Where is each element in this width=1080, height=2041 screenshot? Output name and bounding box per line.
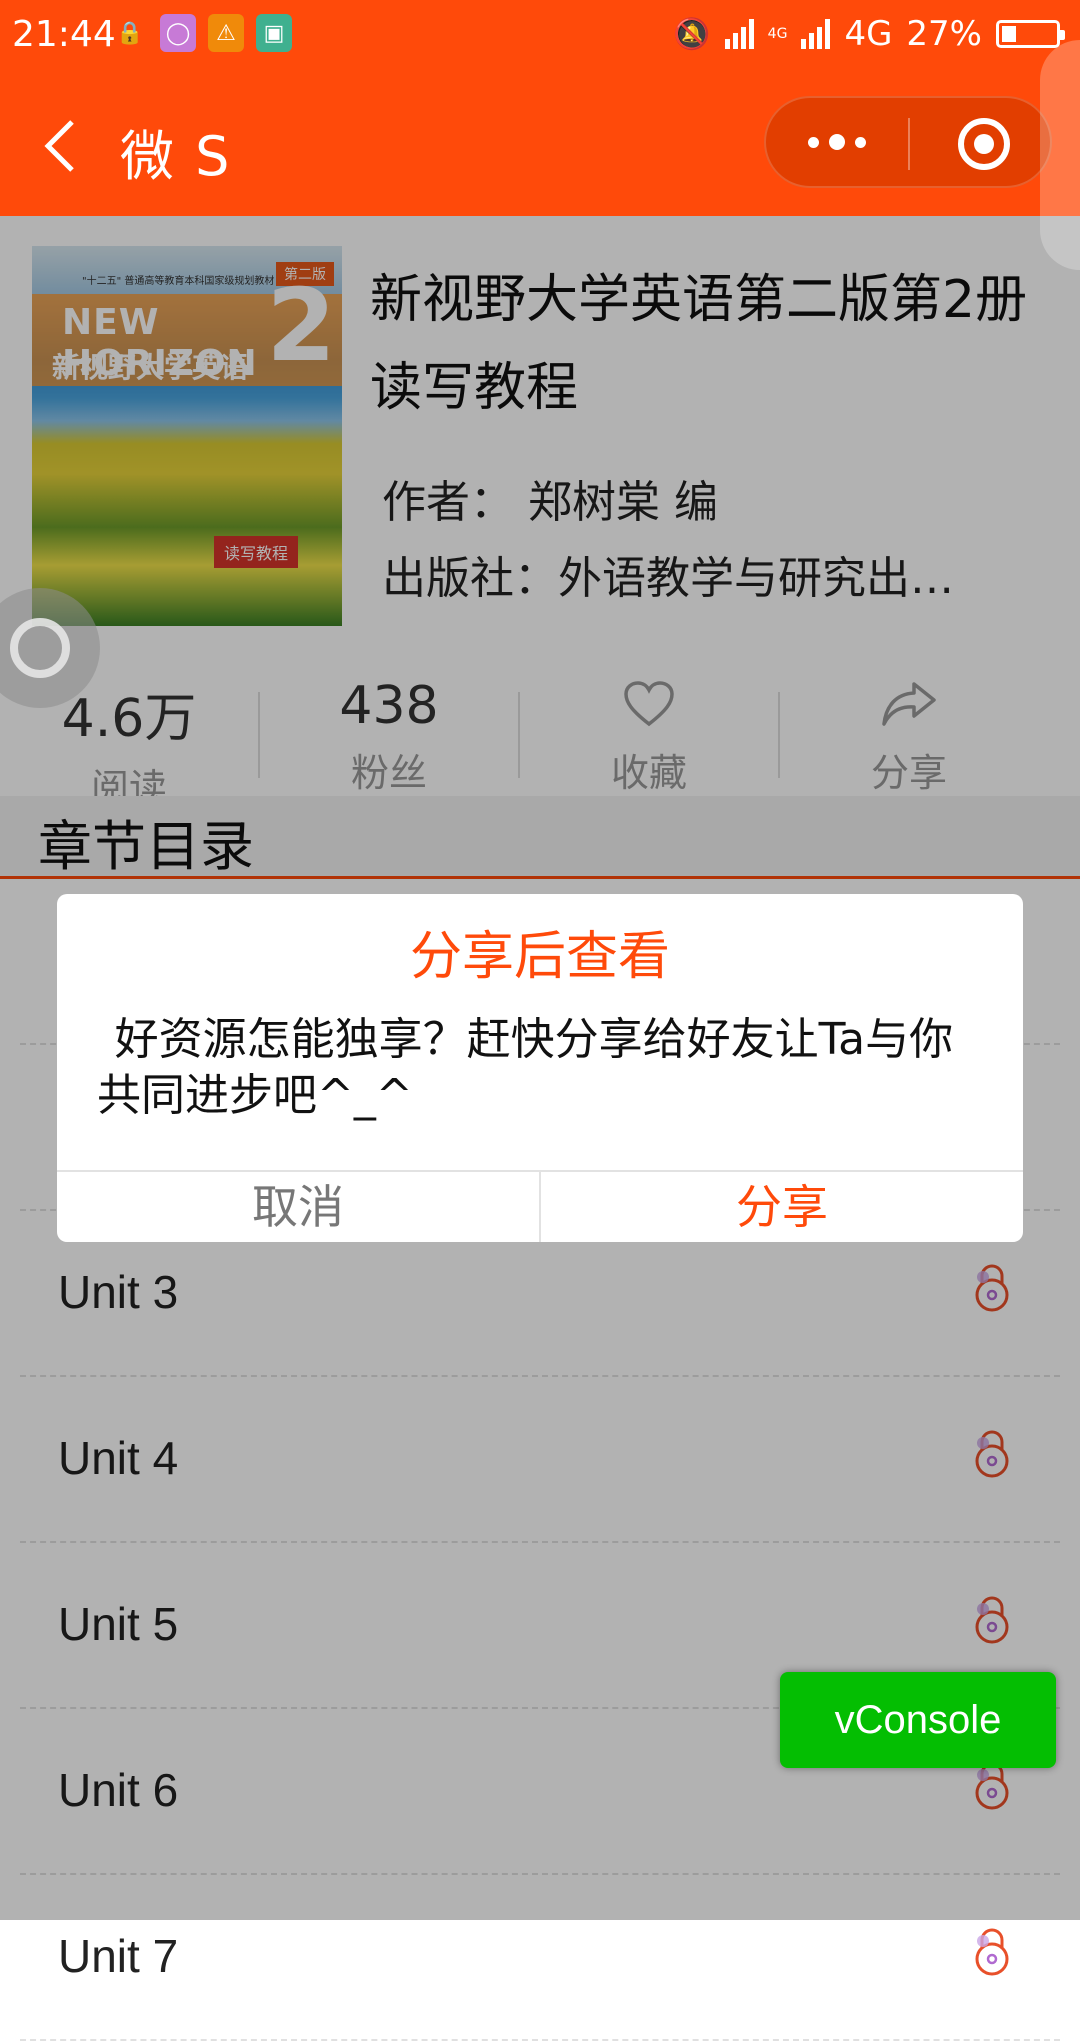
back-arrow-icon[interactable] <box>38 116 88 176</box>
battery-percent: 27% <box>906 14 982 54</box>
mute-icon: 🔕 <box>673 16 711 52</box>
signal-icon <box>724 19 754 49</box>
battery-icon <box>996 20 1065 48</box>
cancel-button[interactable]: 取消 <box>57 1172 541 1242</box>
screenshot-icon: ▣ <box>256 14 292 52</box>
notification-icons: 🔒 ◯ ⚠ ▣ <box>112 14 292 52</box>
share-button[interactable]: 分享 <box>541 1172 1023 1242</box>
status-time: 21:44 <box>12 14 116 55</box>
unit-label: Unit 7 <box>58 1930 179 1982</box>
page-title: 微 S <box>120 125 232 188</box>
network-small-label: 4G <box>767 26 788 42</box>
warning-icon: ⚠ <box>208 14 244 52</box>
dialog-message: 好资源怎能独享？赶快分享给好友让Ta与你共同进步吧^_^ <box>97 1014 954 1121</box>
close-mini-program-icon[interactable] <box>958 118 1010 170</box>
edge-handle[interactable] <box>1040 40 1080 270</box>
mini-program-capsule <box>764 96 1052 188</box>
vconsole-button[interactable]: vConsole <box>780 1672 1056 1768</box>
status-indicators: 🔕 4G 4G 27% <box>673 14 1065 54</box>
dialog-buttons: 取消 分享 <box>57 1170 1023 1242</box>
network-label: 4G <box>844 14 893 54</box>
share-dialog: 分享后查看 好资源怎能独享？赶快分享给好友让Ta与你共同进步吧^_^ 取消 分享 <box>57 894 1023 1242</box>
signal-icon-2 <box>801 19 831 49</box>
capsule-divider <box>908 118 910 170</box>
shield-icon: ◯ <box>160 14 196 52</box>
lock-app-icon: 🔒 <box>116 20 144 46</box>
dialog-title: 分享后查看 <box>409 927 670 987</box>
status-bar: 21:44 🔒 ◯ ⚠ ▣ 🔕 4G 4G 27% <box>0 0 1080 78</box>
lock-icon <box>975 1928 1009 1976</box>
floating-assist-ball[interactable] <box>0 588 100 708</box>
more-menu-icon[interactable] <box>766 98 908 186</box>
title-bar: 微 S <box>0 78 1080 216</box>
